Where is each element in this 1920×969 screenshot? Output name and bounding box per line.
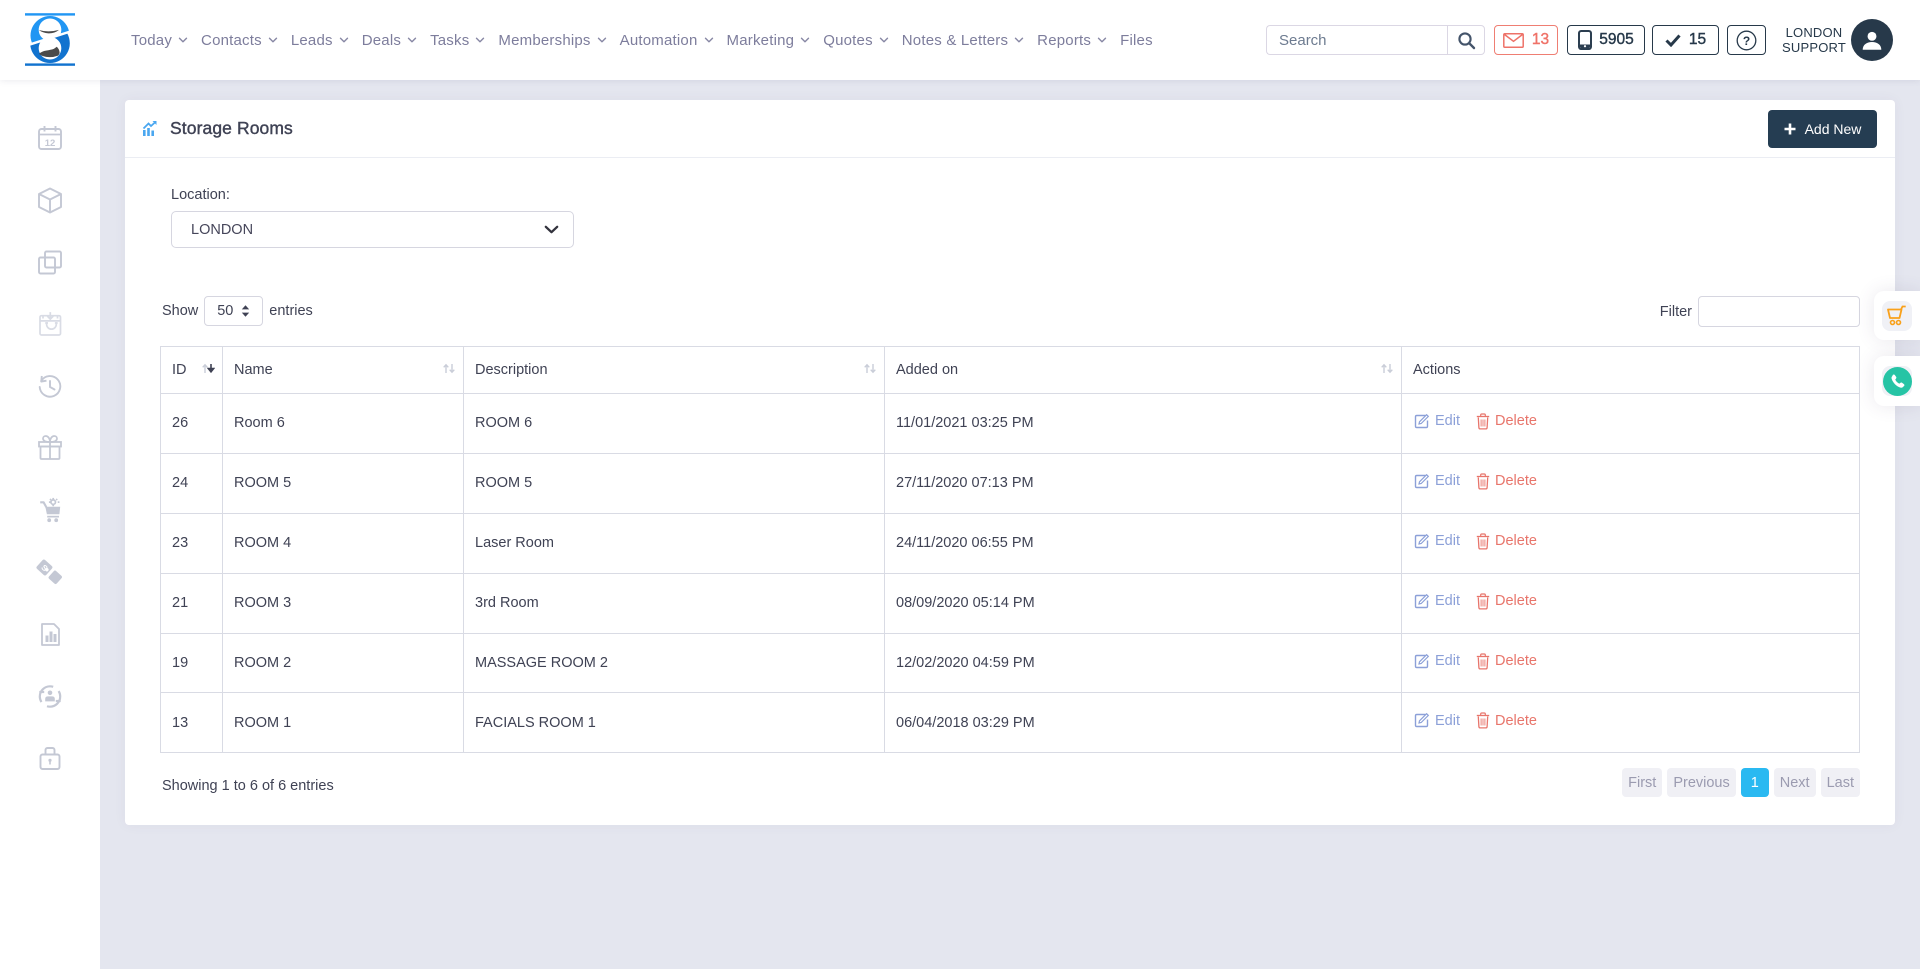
svg-text:12: 12 [45,138,56,149]
svg-text:?: ? [1743,34,1750,48]
